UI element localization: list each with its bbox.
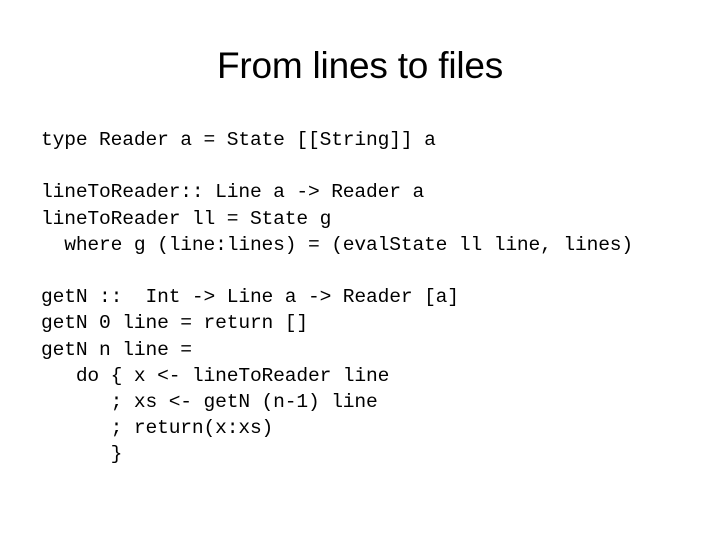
code-line: getN :: Int -> Line a -> Reader [a] [41,286,459,309]
code-block-line-to-reader: lineToReader:: Line a -> Reader alineToR… [41,179,701,258]
code-line: getN 0 line = return [] [41,312,308,335]
code-body: type Reader a = State [[String]] a lineT… [41,127,701,468]
code-line: } [41,443,123,466]
code-line: ; xs <- getN (n-1) line [41,391,378,413]
code-block-gap [41,258,701,284]
code-line: do { x <- lineToReader line [41,364,390,387]
code-block-get-n: getN :: Int -> Line a -> Reader [a]getN … [41,284,701,467]
code-line: type Reader a = State [[String]] a [41,129,436,151]
code-line: ; return(x:xs) [41,417,274,440]
code-line: lineToReader:: Line a -> Reader a [41,181,425,204]
code-line: lineToReader ll = State g [41,207,332,230]
code-block-type-alias: type Reader a = State [[String]] a [41,127,701,153]
code-block-gap [41,153,701,179]
code-line: where g (line:lines) = (evalState ll lin… [41,233,634,256]
page-title: From lines to files [216,45,504,86]
slide: From lines to files type Reader a = Stat… [0,0,720,540]
code-line: getN n line = [41,338,192,361]
